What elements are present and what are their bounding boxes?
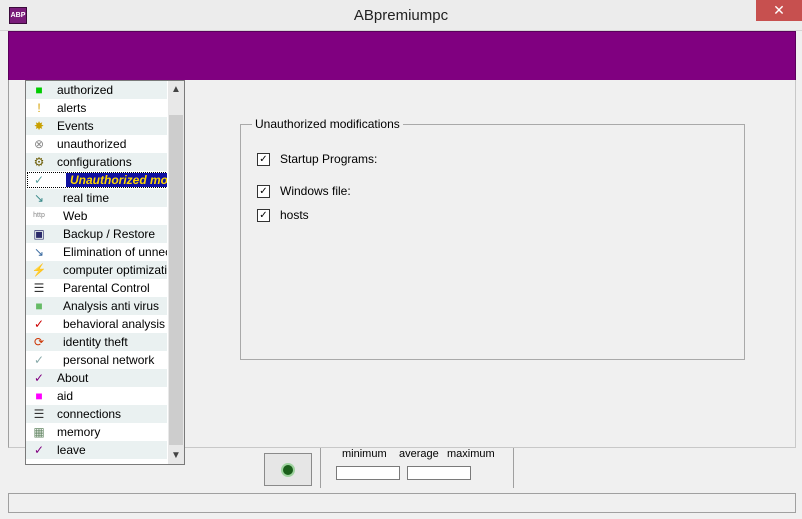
sidebar-item-label: Parental Control	[63, 281, 150, 295]
sidebar-item-label: connections	[57, 407, 122, 421]
backup-icon: ▣	[33, 227, 45, 241]
sidebar-item-alerts[interactable]: ! alerts	[26, 99, 167, 117]
checkbox-check-icon[interactable]: ✓	[257, 209, 270, 222]
network-check-icon: ✓	[33, 353, 45, 367]
status-bar	[8, 493, 796, 513]
maximum-label: maximum	[447, 448, 495, 460]
sidebar-item-memory[interactable]: ▦ memory	[26, 423, 167, 441]
sidebar-item-leave[interactable]: ✓ leave	[26, 441, 167, 459]
scroll-down-arrow-icon[interactable]: ▼	[168, 447, 184, 464]
minimum-label: minimum	[342, 448, 387, 460]
green-circle-icon	[281, 463, 295, 477]
sidebar-item-aid[interactable]: ■ aid	[26, 387, 167, 405]
sidebar-item-label: behavioral analysis	[63, 317, 166, 331]
antivirus-icon: ■	[35, 299, 43, 313]
sidebar-item-label: configurations	[57, 155, 132, 169]
sidebar-item-label: personal network	[63, 353, 155, 367]
sidebar-item-unauthorized[interactable]: ⊗ unauthorized	[26, 135, 167, 153]
forbidden-icon: ⊗	[33, 137, 45, 151]
checkbox-check-icon[interactable]: ✓	[257, 185, 270, 198]
sidebar-item-identity-theft[interactable]: ⟳ identity theft	[26, 333, 167, 351]
memory-icon: ▦	[33, 425, 45, 439]
title-bar: ABP ABpremiumpc ✕	[0, 0, 802, 31]
sidebar-item-label: computer optimization	[63, 263, 167, 277]
web-icon: http	[33, 212, 45, 219]
group-title: Unauthorized modifications	[252, 117, 403, 131]
parental-control-icon: ☰	[33, 281, 45, 295]
sidebar-item-label: Elimination of unnecessary	[63, 245, 167, 259]
sidebar-item-label: authorized	[57, 83, 114, 97]
sidebar-scrollbar[interactable]: ▲ ▼	[168, 81, 184, 464]
unauthorized-modifications-group: Unauthorized modifications ✓ Startup Pro…	[240, 117, 745, 360]
connections-icon: ☰	[33, 407, 45, 421]
sidebar-item-configurations[interactable]: ⚙ configurations	[26, 153, 167, 171]
configurations-icon: ⚙	[33, 155, 45, 169]
sidebar-item-label: alerts	[57, 101, 87, 115]
elimination-icon: ↘	[33, 245, 45, 259]
sidebar-item-label: Backup / Restore	[63, 227, 156, 241]
sidebar-item-authorized[interactable]: ■ authorized	[26, 81, 167, 99]
sidebar-item-label: leave	[57, 443, 86, 457]
identity-theft-icon: ⟳	[33, 335, 45, 349]
close-button[interactable]: ✕	[756, 0, 802, 21]
lightbulb-icon: ✸	[33, 119, 45, 133]
window-title: ABpremiumpc	[353, 7, 449, 24]
sidebar-item-behavioral-analysis[interactable]: ✓ behavioral analysis	[26, 315, 167, 333]
sidebar-item-label: real time	[63, 191, 110, 205]
sidebar-item-analysis-anti-virus[interactable]: ■ Analysis anti virus	[26, 297, 167, 315]
sidebar-item-label: Events	[57, 119, 94, 133]
header-banner	[8, 31, 796, 81]
sidebar-item-computer-optimization[interactable]: ⚡ computer optimization	[26, 261, 167, 279]
scroll-up-arrow-icon[interactable]: ▲	[168, 81, 184, 98]
sidebar-item-label: About	[57, 371, 89, 385]
checkbox-label: Windows file:	[280, 184, 351, 198]
sidebar-item-elimination-of-unnecessary[interactable]: ↘ Elimination of unnecessary	[26, 243, 167, 261]
stats-panel: minimum average maximum	[320, 448, 514, 488]
behavioral-check-icon: ✓	[33, 317, 45, 331]
sidebar-item-backup-restore[interactable]: ▣ Backup / Restore	[26, 225, 167, 243]
sidebar-item-label: aid	[57, 389, 74, 403]
sidebar-list[interactable]: ■ authorized! alerts ✸ Events ⊗ unauthorized ⚙ c…	[25, 80, 185, 465]
checkbox-label: hosts	[280, 208, 309, 222]
minimum-field	[336, 466, 400, 480]
average-label: average	[399, 448, 439, 460]
sidebar-item-parental-control[interactable]: ☰ Parental Control	[26, 279, 167, 297]
alert-icon: !	[37, 101, 41, 115]
sidebar-item-events[interactable]: ✸ Events	[26, 117, 167, 135]
sidebar-item-unauthorized-mo[interactable]: ✓ Unauthorized mo	[26, 171, 167, 189]
sidebar-item-connections[interactable]: ☰ connections	[26, 405, 167, 423]
run-button[interactable]	[264, 453, 312, 486]
sidebar-item-label: Analysis anti virus	[63, 299, 160, 313]
sidebar-item-real-time[interactable]: ↘ real time	[26, 189, 167, 207]
sidebar-item-label: identity theft	[63, 335, 128, 349]
sidebar-items: ■ authorized! alerts ✸ Events ⊗ unauthorized ⚙ c…	[26, 81, 167, 464]
check-icon: ✓	[33, 173, 45, 187]
magenta-square-icon: ■	[35, 389, 43, 403]
realtime-icon: ↘	[33, 191, 45, 205]
sidebar-item-about[interactable]: ✓ About	[26, 369, 167, 387]
optimization-icon: ⚡	[31, 263, 47, 277]
about-check-icon: ✓	[33, 371, 45, 385]
checkbox-check-icon[interactable]: ✓	[257, 153, 270, 166]
scroll-thumb[interactable]	[169, 115, 183, 445]
sidebar-item-label: Web	[63, 209, 88, 223]
leave-check-icon: ✓	[33, 443, 45, 457]
sidebar-item-label: Unauthorized mo	[66, 173, 167, 187]
sidebar-item-personal-network[interactable]: ✓ personal network	[26, 351, 167, 369]
average-maximum-field	[407, 466, 471, 480]
green-square-icon: ■	[35, 83, 43, 97]
sidebar-item-label: memory	[57, 425, 101, 439]
checkbox-label: Startup Programs:	[280, 152, 378, 166]
sidebar-item-web[interactable]: http Web	[26, 207, 167, 225]
sidebar-item-label: unauthorized	[57, 137, 127, 151]
